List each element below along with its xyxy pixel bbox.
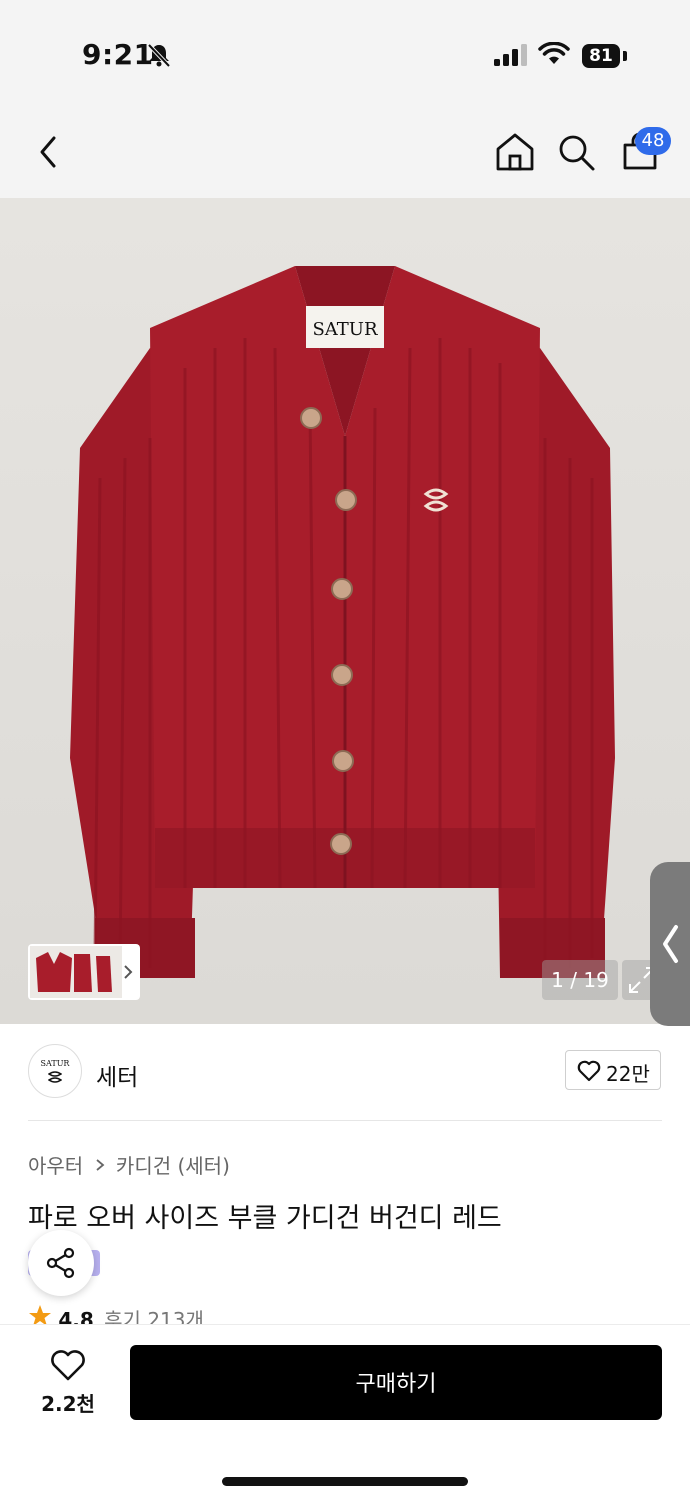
search-icon[interactable] (556, 132, 598, 172)
home-indicator (222, 1477, 468, 1486)
garment-label-text: SATUR (312, 319, 378, 340)
heart-icon (51, 1350, 85, 1381)
heart-icon (577, 1060, 601, 1082)
thumbnail-strip[interactable] (28, 944, 140, 1000)
battery-cap (623, 51, 627, 61)
brand-logo[interactable]: SATUR (28, 1044, 82, 1098)
brand-logo-text: SATUR (40, 1059, 70, 1068)
brand-name[interactable]: 세터 (96, 1058, 138, 1092)
brand-like-button[interactable]: 22만 (565, 1050, 661, 1090)
chevron-left-icon (663, 925, 678, 963)
star-icon (29, 1305, 51, 1326)
brand-like-count: 22만 (606, 1062, 650, 1086)
brand-row[interactable]: SATUR 세터 22만 (28, 1044, 662, 1100)
product-title: 파로 오버 사이즈 부클 가디건 버건디 레드 (28, 1203, 502, 1234)
status-time: 9:21 (82, 38, 154, 71)
share-icon (46, 1247, 75, 1279)
breadcrumb-item-cardigan[interactable]: 카디건 (세터) (116, 1154, 230, 1178)
chevron-right-icon (124, 965, 133, 979)
brand-mark-icon (48, 1071, 62, 1083)
rating-row[interactable]: 4.8 후기 213개 (28, 1304, 204, 1326)
status-bar: 9:21 81 (0, 0, 690, 110)
wishlist-count: 2.2천 (41, 1392, 95, 1416)
back-icon[interactable] (36, 134, 60, 170)
breadcrumb: 아우터 카디건 (세터) (28, 1150, 230, 1179)
share-button[interactable] (28, 1230, 94, 1296)
chevron-right-icon (95, 1158, 104, 1171)
top-nav-bar (0, 110, 690, 198)
home-icon[interactable] (494, 132, 536, 172)
buy-button[interactable]: 구매하기 (130, 1345, 662, 1420)
cart-count-badge: 48 (635, 127, 671, 155)
image-counter: 1 / 19 (542, 960, 618, 1000)
wifi-icon (538, 42, 570, 64)
wishlist-button[interactable]: 2.2천 (28, 1346, 108, 1416)
bell-muted-icon (147, 43, 171, 68)
cellular-signal-icon (494, 44, 527, 66)
section-divider (28, 1120, 662, 1121)
battery-indicator: 81 (582, 44, 620, 68)
product-image-gallery[interactable]: SATUR (0, 198, 690, 1024)
breadcrumb-item-outer[interactable]: 아우터 (28, 1154, 83, 1178)
side-drawer-tab[interactable] (650, 862, 690, 1026)
